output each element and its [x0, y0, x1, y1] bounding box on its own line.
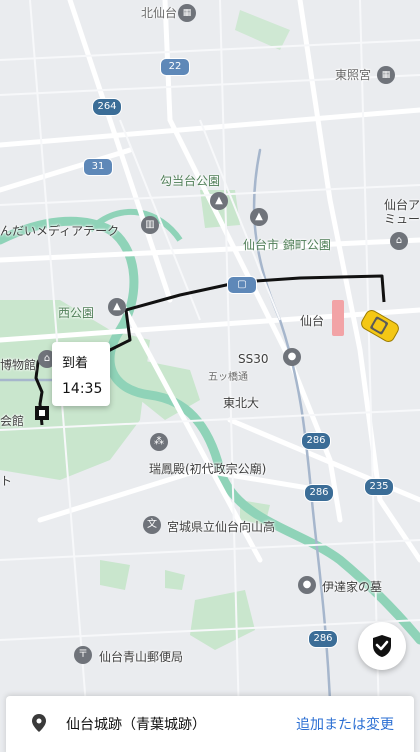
location-poi-icon: ●	[298, 576, 316, 594]
map-label-hakubutsukan: 博物館	[0, 358, 37, 372]
map-label-date-grave: 伊達家の墓	[322, 580, 383, 594]
map-label-kaikan: 会館	[0, 414, 25, 428]
map-label-museum: ミュー	[384, 212, 420, 226]
route-shield-286: 286	[308, 630, 338, 648]
route-shield: ▢	[227, 276, 257, 294]
map-label-koutodai-park: 勾当台公園	[160, 174, 221, 188]
shield-check-icon	[373, 635, 391, 657]
map-label-higashi-shogu: 東照宮	[335, 68, 372, 82]
route-shield-264: 264	[92, 98, 122, 116]
route-shield-286: 286	[301, 432, 331, 450]
route-shield-31: 31	[83, 158, 113, 176]
map-label-kitasendai: 北仙台	[141, 6, 178, 20]
map-label-sendai-station: 仙台	[300, 314, 325, 328]
map-label-left-edge: ト	[0, 474, 13, 488]
map-label-gokyo: 五ッ橋通	[208, 372, 248, 383]
safety-button[interactable]	[358, 622, 406, 670]
route-shield-286: 286	[304, 484, 334, 502]
map-label-mediatheque: んだいメディアテーク	[0, 224, 120, 238]
route-shield-235: 235	[364, 478, 394, 496]
location-poi-icon: ●	[283, 348, 301, 366]
park-icon: ▲	[250, 208, 268, 226]
map-label-post-office: 仙台青山郵便局	[99, 650, 184, 664]
school-icon: 文	[143, 516, 161, 534]
map-label-sendai-city-park: 仙台市 錦町公園	[243, 238, 331, 252]
route-shield-22: 22	[160, 58, 190, 76]
park-icon: ▲	[210, 192, 228, 210]
bottom-bar	[0, 752, 420, 756]
map-label-high-school: 宮城県立仙台向山高	[167, 520, 276, 534]
station-icon: ▦	[178, 4, 196, 22]
app: 北仙台 ▦ 22 264 31 東照宮 ▦ 勾当台公園 ▲ ▲ んだいメディアテ…	[0, 0, 420, 756]
add-or-change-link[interactable]: 追加または変更	[296, 714, 394, 734]
museum-icon: ⌂	[390, 232, 408, 250]
destination-name: 仙台城跡（青葉城跡）	[66, 717, 206, 733]
destination-sheet[interactable]: 仙台城跡（青葉城跡） 追加または変更	[6, 696, 414, 756]
map-label-tohoku-univ: 東北大	[223, 396, 260, 410]
eta-bubble: 到着 14:35	[52, 342, 110, 406]
park-icon: ▲	[108, 298, 126, 316]
landmark-icon: ⁂	[150, 433, 168, 451]
building-icon: ▥	[141, 216, 159, 234]
post-office-icon: 〒	[74, 646, 92, 664]
location-pin-icon	[32, 714, 46, 732]
station-icon: ▦	[377, 66, 395, 84]
map-label-zuihoden: 瑞鳳殿(初代政宗公廟)	[149, 462, 267, 476]
eta-title: 到着	[62, 356, 89, 371]
map-label-ss30: SS30	[238, 352, 269, 366]
map-label-nishi-park: 西公園	[58, 306, 95, 320]
eta-time: 14:35	[62, 381, 103, 397]
